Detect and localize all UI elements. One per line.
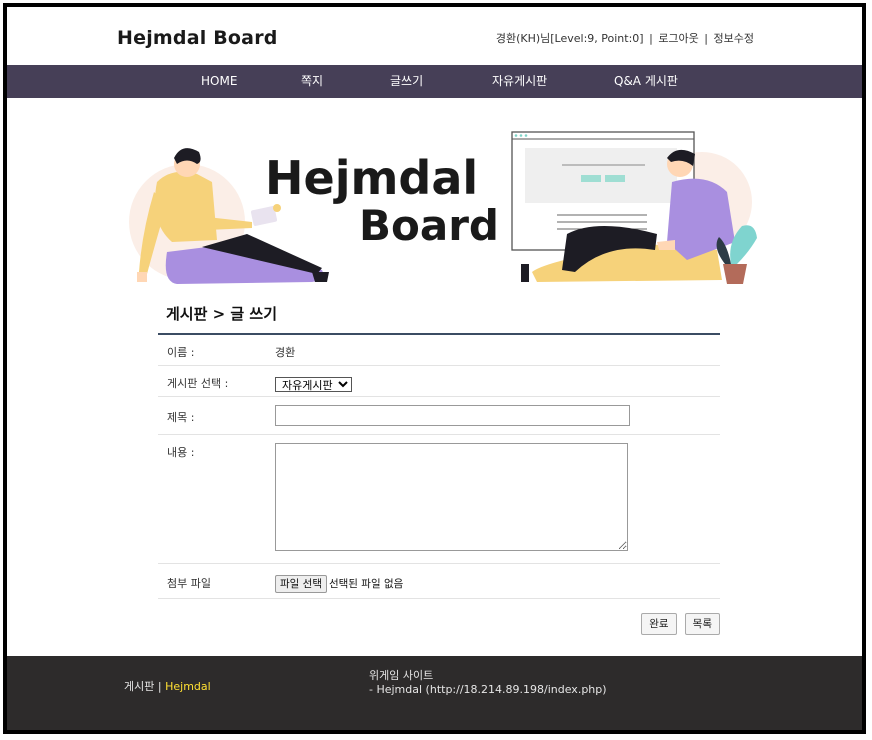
subject-label: 제목 :	[167, 411, 195, 424]
footer-site-link[interactable]: - Hejmdal (http://18.214.89.198/index.ph…	[369, 683, 607, 697]
nav-home[interactable]: HOME	[201, 65, 237, 98]
row-content: 내용 :	[158, 435, 720, 564]
subject-input[interactable]	[275, 405, 630, 426]
user-info: 경환(KH)님[Level:9, Point:0]	[495, 32, 644, 45]
separator: |	[649, 32, 653, 45]
file-wrap: 파일 선택 선택된 파일 없음	[275, 572, 403, 593]
board-select[interactable]: 자유게시판	[275, 377, 352, 392]
row-name: 이름 : 경환	[158, 335, 720, 366]
row-board: 게시판 선택 : 자유게시판	[158, 366, 720, 397]
site-logo[interactable]: Hejmdal Board	[117, 27, 278, 49]
row-file: 첨부 파일 파일 선택 선택된 파일 없음	[158, 564, 720, 599]
footer: 게시판 | Hejmdal 위게임 사이트 - Hejmdal (http://…	[7, 656, 862, 730]
board-select-label: 게시판 선택 :	[167, 377, 229, 390]
footer-separator: |	[157, 680, 162, 693]
nav-qna-board[interactable]: Q&A 게시판	[614, 65, 678, 98]
write-form: 게시판 > 글 쓰기 이름 : 경환 게시판 선택 : 자유게시판 제목 : 내…	[158, 299, 720, 635]
footer-site-title: 위게임 사이트	[369, 669, 434, 682]
banner-illustration: Hejmdal Board	[129, 131, 757, 284]
page-frame: Hejmdal Board 경환(KH)님[Level:9, Point:0] …	[3, 3, 866, 734]
form-title: 게시판 > 글 쓰기	[166, 305, 278, 323]
content-textarea[interactable]	[275, 443, 628, 551]
main-nav: HOME 쪽지 글쓰기 자유게시판 Q&A 게시판	[7, 65, 862, 98]
banner-title-line1: Hejmdal	[265, 151, 478, 205]
footer-left: 게시판 | Hejmdal	[124, 678, 211, 694]
list-button[interactable]: 목록	[684, 612, 720, 635]
footer-right: 위게임 사이트 - Hejmdal (http://18.214.89.198/…	[369, 669, 607, 697]
content-label: 내용 :	[167, 446, 195, 459]
user-bar: 경환(KH)님[Level:9, Point:0] | 로그아웃 | 정보수정	[496, 30, 754, 46]
header: Hejmdal Board 경환(KH)님[Level:9, Point:0] …	[7, 7, 862, 65]
nav-write[interactable]: 글쓰기	[390, 65, 423, 98]
edit-info-link[interactable]: 정보수정	[714, 32, 754, 45]
submit-button[interactable]: 완료	[641, 612, 677, 635]
row-subject: 제목 :	[158, 397, 720, 435]
board-select-wrap: 자유게시판	[275, 374, 352, 393]
content-wrap	[275, 443, 628, 555]
name-value: 경환	[275, 346, 296, 359]
form-actions: 완료 목록	[638, 612, 720, 635]
separator: |	[704, 32, 709, 45]
subject-wrap	[275, 405, 630, 426]
name-label: 이름 :	[167, 346, 195, 359]
file-status: 선택된 파일 없음	[328, 578, 404, 590]
file-label: 첨부 파일	[167, 577, 211, 590]
footer-board-text: 게시판	[124, 680, 155, 693]
banner-title-line2: Board	[359, 201, 499, 250]
nav-messages[interactable]: 쪽지	[301, 65, 323, 98]
file-select-button[interactable]: 파일 선택	[275, 574, 327, 593]
logout-link[interactable]: 로그아웃	[658, 32, 698, 45]
footer-brand[interactable]: Hejmdal	[165, 680, 211, 693]
nav-free-board[interactable]: 자유게시판	[492, 65, 547, 98]
